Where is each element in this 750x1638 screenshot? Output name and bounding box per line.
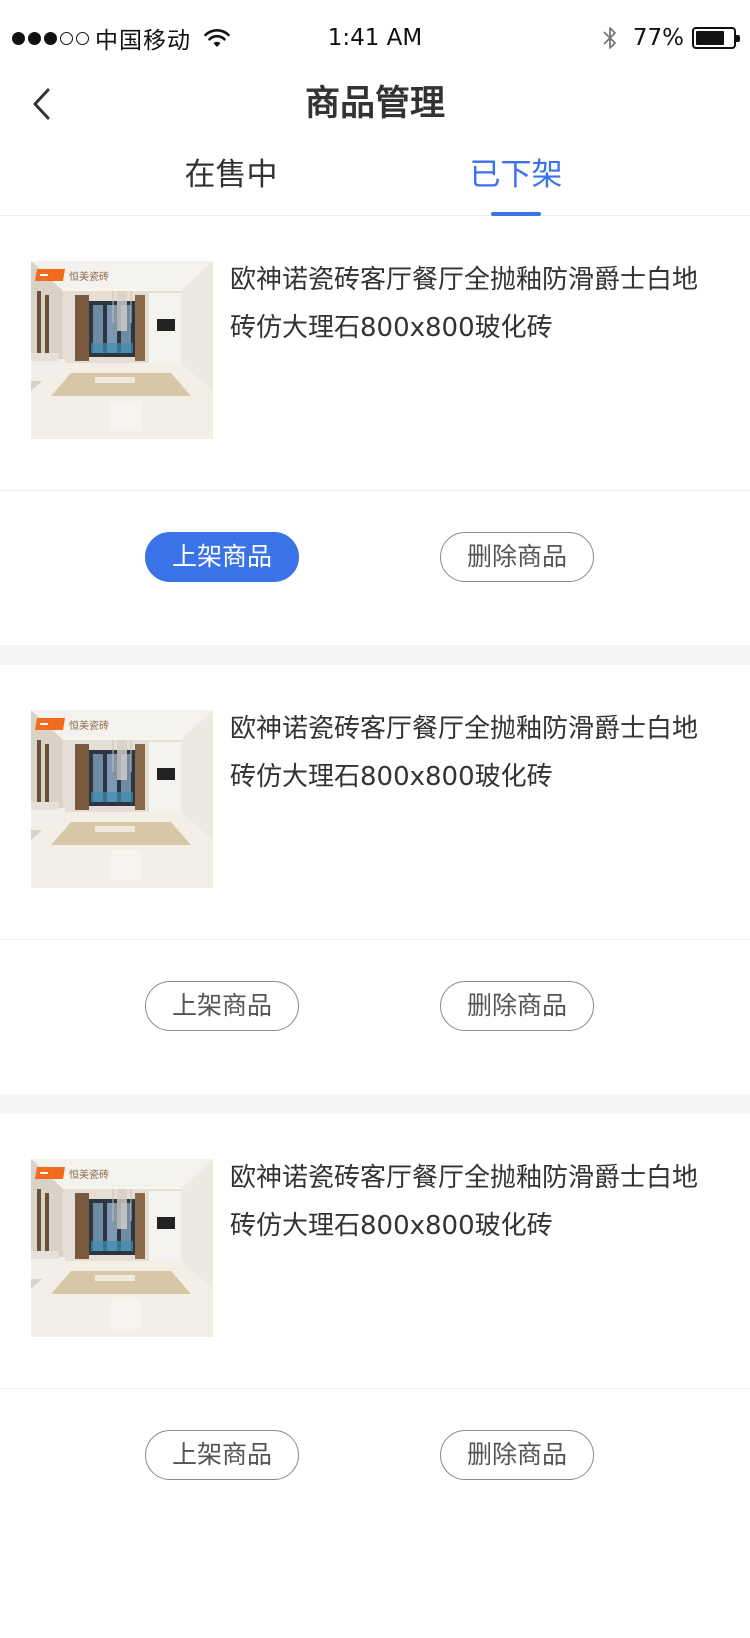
product-image: 恒美瓷砖	[31, 1159, 213, 1337]
status-right: 77%	[601, 22, 740, 54]
brand-logo	[35, 269, 65, 281]
tab-delisted[interactable]: 已下架	[416, 140, 616, 216]
product-thumbnail[interactable]: 恒美瓷砖	[31, 710, 213, 888]
section-divider	[0, 645, 750, 665]
tab-bar: 在售中 已下架	[0, 140, 750, 216]
product-image: 恒美瓷砖	[31, 261, 213, 439]
battery-icon	[692, 27, 740, 49]
list-product-button[interactable]: 上架商品	[145, 981, 299, 1031]
product-info[interactable]: 恒美瓷砖 欧神诺瓷砖客厅餐厅全抛釉防滑爵士白地砖仿大理石800x800玻化砖	[0, 1114, 750, 1389]
product-thumbnail[interactable]: 恒美瓷砖	[31, 261, 213, 439]
delete-product-button[interactable]: 删除商品	[440, 1430, 594, 1480]
brand-logo-text: 恒美瓷砖	[69, 270, 109, 283]
delete-product-button[interactable]: 删除商品	[440, 981, 594, 1031]
product-title: 欧神诺瓷砖客厅餐厅全抛釉防滑爵士白地砖仿大理石800x800玻化砖	[230, 265, 699, 343]
brand-logo	[35, 1167, 65, 1179]
tab-label: 在售中	[184, 157, 278, 193]
product-info[interactable]: 恒美瓷砖 欧神诺瓷砖客厅餐厅全抛釉防滑爵士白地砖仿大理石800x800玻化砖	[0, 216, 750, 491]
brand-logo-text: 恒美瓷砖	[69, 1168, 109, 1181]
product-title: 欧神诺瓷砖客厅餐厅全抛釉防滑爵士白地砖仿大理石800x800玻化砖	[230, 1163, 699, 1241]
nav-bar: 商品管理	[0, 76, 750, 132]
product-card: 恒美瓷砖 欧神诺瓷砖客厅餐厅全抛釉防滑爵士白地砖仿大理石800x800玻化砖 上架…	[0, 1114, 750, 1543]
tab-on-sale[interactable]: 在售中	[131, 140, 331, 216]
product-card: 恒美瓷砖 欧神诺瓷砖客厅餐厅全抛釉防滑爵士白地砖仿大理石800x800玻化砖 上架…	[0, 665, 750, 1094]
tab-label: 已下架	[469, 157, 563, 193]
battery-level	[696, 31, 724, 45]
list-product-button[interactable]: 上架商品	[145, 532, 299, 582]
product-actions: 上架商品 删除商品	[0, 940, 750, 1094]
page-title: 商品管理	[304, 84, 445, 124]
delete-product-button[interactable]: 删除商品	[440, 532, 594, 582]
section-divider	[0, 1094, 750, 1114]
brand-logo	[35, 718, 65, 730]
product-actions: 上架商品 删除商品	[0, 1389, 750, 1543]
product-info[interactable]: 恒美瓷砖 欧神诺瓷砖客厅餐厅全抛釉防滑爵士白地砖仿大理石800x800玻化砖	[0, 665, 750, 940]
product-title: 欧神诺瓷砖客厅餐厅全抛釉防滑爵士白地砖仿大理石800x800玻化砖	[230, 714, 699, 792]
brand-logo-text: 恒美瓷砖	[69, 719, 109, 732]
product-image: 恒美瓷砖	[31, 710, 213, 888]
status-bar: 中国移动 1:41 AM 77%	[0, 0, 750, 76]
product-card: 恒美瓷砖 欧神诺瓷砖客厅餐厅全抛釉防滑爵士白地砖仿大理石800x800玻化砖 上架…	[0, 216, 750, 645]
product-thumbnail[interactable]: 恒美瓷砖	[31, 1159, 213, 1337]
product-actions: 上架商品 删除商品	[0, 491, 750, 645]
battery-percentage: 77%	[632, 25, 684, 51]
bluetooth-icon	[603, 27, 616, 49]
product-list: 恒美瓷砖 欧神诺瓷砖客厅餐厅全抛釉防滑爵士白地砖仿大理石800x800玻化砖 上架…	[0, 216, 750, 1543]
list-product-button[interactable]: 上架商品	[145, 1430, 299, 1480]
